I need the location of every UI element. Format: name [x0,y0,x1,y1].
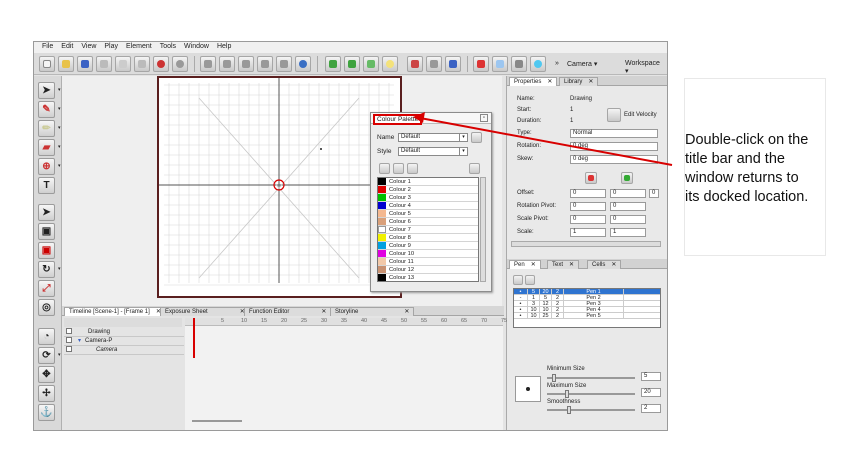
callout-line-4: its docked location. [685,189,809,205]
callout-line-2: title bar and the [685,151,785,167]
callout-line-3: window returns to [685,170,799,186]
callout-box: Double-click on the title bar and the wi… [684,78,826,256]
callout-line-1: Double-click on the [685,132,809,148]
callout-text: Double-click on the title bar and the wi… [685,131,808,207]
